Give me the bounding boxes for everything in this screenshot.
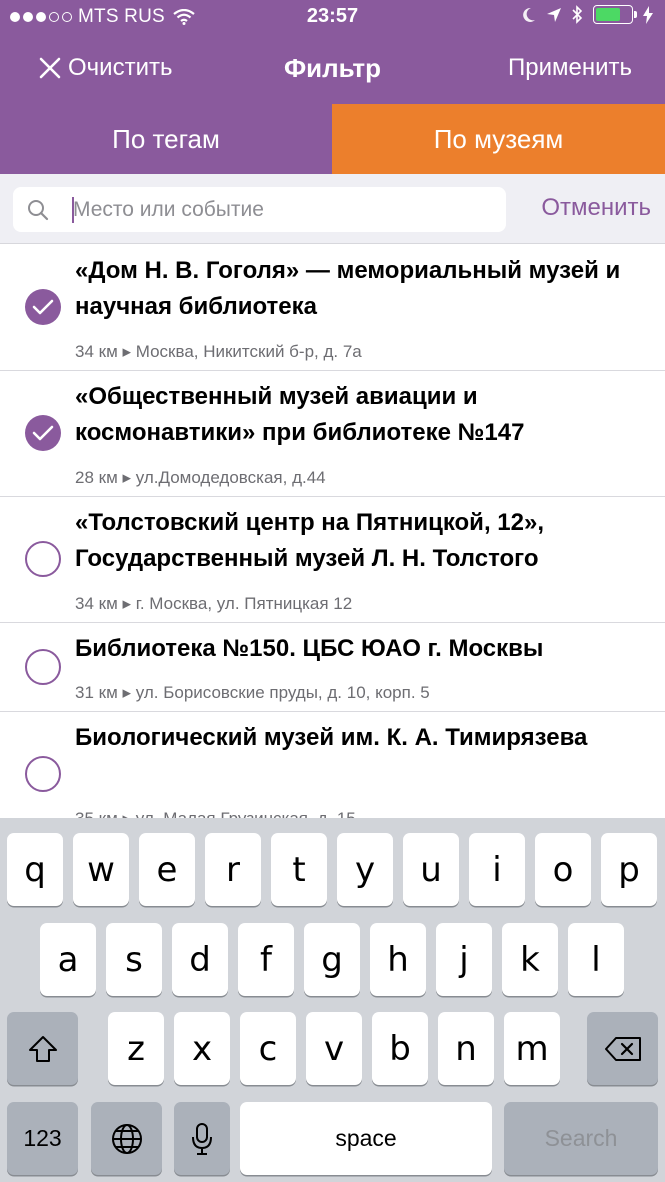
- key-z[interactable]: z: [108, 1012, 164, 1085]
- key-m[interactable]: m: [504, 1012, 560, 1085]
- key-v[interactable]: v: [306, 1012, 362, 1085]
- bluetooth-icon: [572, 5, 583, 24]
- unchecked-icon[interactable]: [25, 541, 61, 577]
- item-title: «Толстовский центр на Пятницкой, 12», Го…: [75, 509, 544, 572]
- moon-icon: [523, 7, 535, 22]
- key-b[interactable]: b: [372, 1012, 428, 1085]
- shift-icon: [28, 1035, 57, 1062]
- key-o[interactable]: o: [535, 833, 591, 906]
- checked-icon[interactable]: [25, 415, 61, 451]
- item-title: Библиотека №150. ЦБС ЮАО г. Москвы: [75, 635, 544, 662]
- item-title: Биологический музей им. К. А. Тимирязева: [75, 724, 588, 751]
- museum-list: «Дом Н. В. Гоголя» — мемориальный музей …: [0, 245, 665, 818]
- status-bar: MTS RUS 23:57: [0, 0, 665, 34]
- key-e[interactable]: e: [139, 833, 195, 906]
- list-item[interactable]: Библиотека №150. ЦБС ЮАО г. Москвы 31 км…: [0, 623, 665, 712]
- key-l[interactable]: l: [568, 923, 624, 996]
- search-key[interactable]: Search: [504, 1102, 658, 1175]
- unchecked-icon[interactable]: [25, 756, 61, 792]
- battery-icon: [593, 5, 637, 24]
- globe-icon: [111, 1123, 142, 1154]
- key-x[interactable]: x: [174, 1012, 230, 1085]
- item-subtitle: 34 км ▸ г. Москва, ул. Пятницкая 12: [75, 594, 353, 613]
- nav-bar: Очистить Фильтр Применить: [0, 34, 665, 104]
- key-d[interactable]: d: [172, 923, 228, 996]
- globe-key[interactable]: [91, 1102, 162, 1175]
- tab-by-tags[interactable]: По тегам: [0, 104, 332, 174]
- item-title: «Общественный музей авиации и космонавти…: [75, 383, 525, 446]
- charging-bolt-icon: [643, 5, 653, 24]
- backspace-key[interactable]: [587, 1012, 658, 1085]
- item-subtitle: 31 км ▸ ул. Борисовские пруды, д. 10, ко…: [75, 683, 430, 702]
- tab-by-museums[interactable]: По музеям: [332, 104, 665, 174]
- unchecked-icon[interactable]: [25, 649, 61, 685]
- search-icon: [28, 200, 49, 221]
- key-f[interactable]: f: [238, 923, 294, 996]
- search-input[interactable]: [73, 187, 493, 232]
- key-t[interactable]: t: [271, 833, 327, 906]
- space-key[interactable]: space: [240, 1102, 492, 1175]
- key-q[interactable]: q: [7, 833, 63, 906]
- cancel-button[interactable]: Отменить: [541, 194, 651, 222]
- key-a[interactable]: a: [40, 923, 96, 996]
- apply-button[interactable]: Применить: [508, 54, 632, 82]
- dictation-key[interactable]: [174, 1102, 230, 1175]
- key-j[interactable]: j: [436, 923, 492, 996]
- key-u[interactable]: u: [403, 833, 459, 906]
- shift-key[interactable]: [7, 1012, 78, 1085]
- keyboard: qwertyuiop asdfghjkl zxcvbnm 123 space S…: [0, 818, 665, 1182]
- list-item[interactable]: «Общественный музей авиации и космонавти…: [0, 371, 665, 497]
- location-arrow-icon: [547, 7, 561, 22]
- item-subtitle: 35 км ▸ ул. Малая Грузинская, д. 15: [75, 809, 356, 818]
- numbers-key[interactable]: 123: [7, 1102, 78, 1175]
- key-g[interactable]: g: [304, 923, 360, 996]
- item-title: «Дом Н. В. Гоголя» — мемориальный музей …: [75, 257, 621, 320]
- checked-icon[interactable]: [25, 289, 61, 325]
- key-w[interactable]: w: [73, 833, 129, 906]
- key-k[interactable]: k: [502, 923, 558, 996]
- key-s[interactable]: s: [106, 923, 162, 996]
- key-y[interactable]: y: [337, 833, 393, 906]
- list-item[interactable]: «Толстовский центр на Пятницкой, 12», Го…: [0, 497, 665, 623]
- list-item[interactable]: «Дом Н. В. Гоголя» — мемориальный музей …: [0, 245, 665, 371]
- filter-tabs: По тегам По музеям: [0, 104, 665, 174]
- item-subtitle: 34 км ▸ Москва, Никитский б-р, д. 7а: [75, 342, 362, 361]
- item-subtitle: 28 км ▸ ул.Домодедовская, д.44: [75, 468, 326, 487]
- key-n[interactable]: n: [438, 1012, 494, 1085]
- backspace-icon: [604, 1036, 641, 1061]
- search-field[interactable]: [13, 187, 506, 232]
- microphone-icon: [192, 1122, 212, 1155]
- status-right: [522, 5, 653, 24]
- key-h[interactable]: h: [370, 923, 426, 996]
- key-i[interactable]: i: [469, 833, 525, 906]
- list-item[interactable]: Биологический музей им. К. А. Тимирязева…: [0, 712, 665, 818]
- key-c[interactable]: c: [240, 1012, 296, 1085]
- key-r[interactable]: r: [205, 833, 261, 906]
- search-bar: Отменить: [0, 174, 665, 244]
- key-p[interactable]: p: [601, 833, 657, 906]
